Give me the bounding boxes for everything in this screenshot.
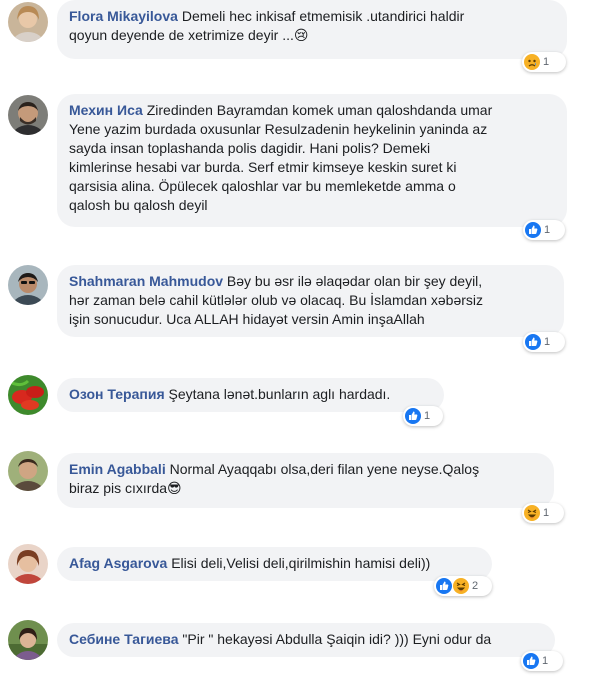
comment-bubble: Мехин Иса Ziredinden Bayramdan komek uma… xyxy=(57,94,567,227)
comment-text-line: Ziredinden Bayramdan komek uman qaloshda… xyxy=(146,102,493,118)
reaction-summary[interactable]: 1 xyxy=(523,220,565,240)
reaction-count: 1 xyxy=(544,336,551,348)
reaction-summary[interactable]: 1 xyxy=(403,406,443,426)
reaction-summary[interactable]: 1 xyxy=(522,503,564,523)
comment-author[interactable]: Flora Mikayilova xyxy=(69,8,178,24)
avatar[interactable] xyxy=(8,375,48,415)
reaction-summary[interactable]: 2 xyxy=(434,576,492,596)
avatar[interactable] xyxy=(8,451,48,491)
reaction-summary[interactable]: 1 xyxy=(521,651,563,671)
avatar[interactable] xyxy=(8,2,48,42)
reaction-count: 1 xyxy=(543,56,550,68)
like-icon xyxy=(436,578,452,594)
comment-bubble: Afag Asgarova Elisi deli,Velisi deli,qir… xyxy=(57,547,492,581)
like-icon xyxy=(405,408,421,424)
comment-text-line: kimlerinse hesabi var burda. Serf etmir … xyxy=(69,159,457,175)
comment-text-line: "Pir " hekayəsi Abdulla Şaiqin idi? ))) … xyxy=(182,631,492,647)
reaction-count: 1 xyxy=(542,655,549,667)
haha-icon xyxy=(524,505,540,521)
reaction-count: 1 xyxy=(543,507,550,519)
comment-text-line: sayda insan toplashanda polis dagidir. H… xyxy=(69,140,431,156)
like-icon xyxy=(525,222,541,238)
comment-text-line: qoyun deyende de xetrimize deyir ...😢 xyxy=(69,27,309,43)
comment-text-line: qalosh bu qalosh deyil xyxy=(69,197,208,213)
comment-text-line: hər zaman belə cahil kütlələr olub və ol… xyxy=(69,292,484,308)
comment-text-line: Elisi deli,Velisi deli,qirilmishin hamis… xyxy=(171,555,431,571)
comment-text-line: Yene yazim burdada oxusunlar Resulzadeni… xyxy=(69,121,488,137)
comment-author[interactable]: Озон Терапия xyxy=(69,386,165,402)
reaction-count: 2 xyxy=(472,580,479,592)
avatar[interactable] xyxy=(8,620,48,660)
avatar[interactable] xyxy=(8,265,48,305)
comment-author[interactable]: Shahmaran Mahmudov xyxy=(69,273,223,289)
comment-text-line: biraz pis cıxırda😎 xyxy=(69,480,182,496)
sad-icon xyxy=(524,54,540,70)
comment-text-line: Demeli hec inkisaf etmemisik .utandirici… xyxy=(181,8,465,24)
comment-bubble: Shahmaran Mahmudov Bəy bu əsr ilə əlaqəd… xyxy=(57,265,564,337)
comment-text-line: işin sonucudur. Uca ALLAH hidayət versin… xyxy=(69,311,425,327)
comment-bubble: Flora Mikayilova Demeli hec inkisaf etme… xyxy=(57,0,567,59)
comment-bubble: Озон Терапия Şeytana lənət.bunların aglı… xyxy=(57,378,444,412)
comment-author[interactable]: Себине Тагиева xyxy=(69,631,179,647)
like-icon xyxy=(525,334,541,350)
comment-author[interactable]: Мехин Иса xyxy=(69,102,143,118)
reaction-count: 1 xyxy=(544,224,551,236)
comment-author[interactable]: Afag Asgarova xyxy=(69,555,167,571)
comment-author[interactable]: Emin Agabbali xyxy=(69,461,166,477)
reaction-count: 1 xyxy=(424,410,431,422)
comment-text-line: Normal Ayaqqabı olsa,deri filan yene ney… xyxy=(169,461,480,477)
comment-bubble: Себине Тагиева "Pir " hekayəsi Abdulla Ş… xyxy=(57,623,555,657)
avatar[interactable] xyxy=(8,544,48,584)
like-icon xyxy=(523,653,539,669)
comment-text-line: Şeytana lənət.bunların aglı hardadı. xyxy=(168,386,391,402)
avatar[interactable] xyxy=(8,95,48,135)
comment-bubble: Emin Agabbali Normal Ayaqqabı olsa,deri … xyxy=(57,453,554,508)
reaction-summary[interactable]: 1 xyxy=(523,332,565,352)
comment-text-line: Bəy bu əsr ilə əlaqədar olan bir şey dey… xyxy=(226,273,483,289)
comment-text-line: qarsisia alina. Öpülecek qaloshlar var b… xyxy=(69,178,456,194)
haha-icon xyxy=(453,578,469,594)
reaction-summary[interactable]: 1 xyxy=(522,52,566,72)
